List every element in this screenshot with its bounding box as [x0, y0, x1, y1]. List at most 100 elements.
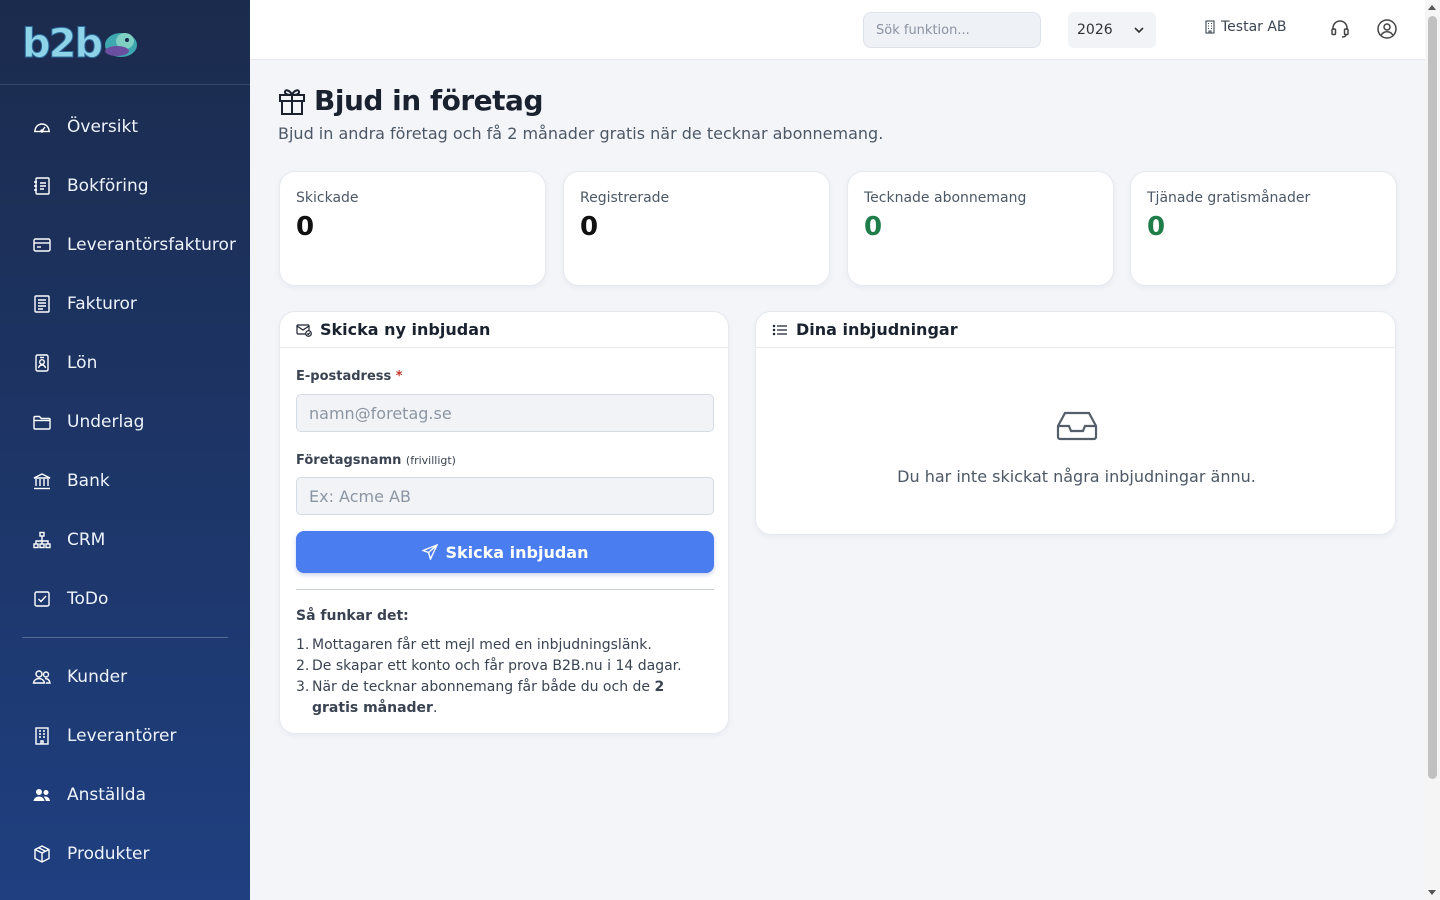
sidebar-item-label: Lön	[67, 352, 98, 373]
list-item: 3. När de tecknar abonnemang får både du …	[296, 679, 665, 716]
box-icon	[32, 844, 52, 864]
sidebar-item-label: Leverantörer	[67, 725, 177, 746]
invitations-card: Dina inbjudningar Du har inte skickat nå…	[755, 311, 1396, 535]
stat-label: Tecknade abonnemang	[864, 190, 1027, 206]
sidebar-item-label: Fakturor	[67, 293, 137, 314]
stat-label: Registrerade	[580, 190, 670, 206]
speedometer-icon	[32, 117, 52, 137]
sidebar-item-bank[interactable]: Bank	[0, 451, 250, 510]
scroll-down-arrow-icon[interactable]	[1428, 890, 1436, 895]
chameleon-logo-icon	[105, 33, 138, 57]
card-header: Skicka ny inbjudan	[280, 312, 728, 348]
search-input[interactable]	[863, 12, 1041, 48]
people-icon	[32, 667, 52, 687]
check-square-icon	[32, 589, 52, 609]
diagram-icon	[32, 530, 52, 550]
page-title: Bjud in företag	[278, 84, 543, 117]
topbar: 2026 Testar AB	[250, 0, 1425, 60]
credit-card-icon	[32, 235, 52, 255]
send-icon	[421, 544, 438, 560]
sidebar-item-anstallda[interactable]: Anställda	[0, 765, 250, 824]
sidebar-item-lon[interactable]: Lön	[0, 333, 250, 392]
stat-value: 0	[864, 212, 883, 242]
stat-card-tecknade-abonnemang: Tecknade abonnemang 0	[847, 171, 1114, 286]
folder-icon	[32, 412, 52, 432]
logo-text: b2b	[21, 24, 139, 65]
stat-value: 0	[296, 212, 315, 242]
bank-icon	[32, 471, 52, 491]
form-divider	[296, 589, 714, 590]
sidebar-nav-main: Översikt Bokföring Leverantörsfakturor F…	[0, 97, 250, 628]
list-item: 2. De skapar ett konto och får prova B2B.…	[296, 658, 682, 674]
building-icon	[1205, 20, 1215, 34]
stat-label: Skickade	[296, 190, 359, 206]
sidebar-item-leverantorer[interactable]: Leverantörer	[0, 706, 250, 765]
sidebar-item-fakturor[interactable]: Fakturor	[0, 274, 250, 333]
sidebar-nav-registers: Kunder Leverantörer Anställda Produkter	[0, 647, 250, 883]
scroll-thumb[interactable]	[1428, 16, 1437, 779]
sidebar-item-kunder[interactable]: Kunder	[0, 647, 250, 706]
stat-value: 0	[1147, 212, 1166, 242]
gift-icon	[279, 88, 305, 115]
sidebar: b2b Översikt Bokföring Leverantörsfaktur…	[0, 0, 250, 900]
sidebar-divider	[22, 637, 228, 638]
year-select[interactable]: 2026	[1068, 12, 1156, 48]
sidebar-item-bokforing[interactable]: Bokföring	[0, 156, 250, 215]
sidebar-item-label: Kunder	[67, 666, 128, 687]
sidebar-item-underlag[interactable]: Underlag	[0, 392, 250, 451]
send-invitation-button[interactable]: Skicka inbjudan	[296, 531, 714, 573]
stat-card-registrerade: Registrerade 0	[563, 171, 830, 286]
list-icon	[772, 324, 787, 335]
page-scrollbar[interactable]	[1425, 0, 1440, 900]
sidebar-item-label: Underlag	[67, 411, 145, 432]
sidebar-item-todo[interactable]: ToDo	[0, 569, 250, 628]
sidebar-item-label: Bank	[67, 470, 110, 491]
stat-label: Tjänade gratismånader	[1147, 190, 1311, 206]
sidebar-item-label: Leverantörsfakturor	[67, 234, 236, 255]
stat-value: 0	[580, 212, 599, 242]
send-button-label: Skicka inbjudan	[445, 542, 589, 562]
company-switcher[interactable]: Testar AB	[1203, 19, 1287, 35]
card-title: Skicka ny inbjudan	[320, 320, 491, 339]
logo[interactable]: b2b	[0, 0, 250, 85]
people-fill-icon	[32, 785, 52, 805]
journal-icon	[32, 176, 52, 196]
sidebar-item-oversikt[interactable]: Översikt	[0, 97, 250, 156]
headset-support-icon[interactable]	[1329, 18, 1351, 40]
year-value: 2026	[1077, 22, 1113, 38]
how-it-works-title: Så funkar det:	[296, 608, 409, 624]
sidebar-item-leverantorsfakturor[interactable]: Leverantörsfakturor	[0, 215, 250, 274]
sidebar-item-label: Översikt	[67, 116, 138, 137]
invite-form-card: Skicka ny inbjudan E-postadress * Företa…	[279, 311, 729, 734]
sidebar-item-produkter[interactable]: Produkter	[0, 824, 250, 883]
invoice-icon	[32, 294, 52, 314]
sidebar-item-label: ToDo	[67, 588, 109, 609]
page-title-text: Bjud in företag	[314, 84, 543, 117]
sidebar-item-label: Anställda	[67, 784, 146, 805]
chevron-down-icon	[1134, 27, 1144, 34]
company-name-field[interactable]	[296, 477, 714, 515]
person-badge-icon	[32, 353, 52, 373]
required-mark: *	[395, 369, 403, 384]
how-it-works-list: 1. Mottagaren får ett mejl med en inbjudn…	[296, 635, 714, 719]
sidebar-item-crm[interactable]: CRM	[0, 510, 250, 569]
building-icon	[32, 726, 52, 746]
card-header: Dina inbjudningar	[756, 312, 1395, 348]
sidebar-item-label: CRM	[67, 529, 106, 550]
user-profile-icon[interactable]	[1376, 18, 1398, 40]
empty-state-text: Du har inte skickat några inbjudningar ä…	[897, 467, 1256, 486]
list-item: 1. Mottagaren får ett mejl med en inbjudn…	[296, 637, 652, 653]
email-label: E-postadress *	[296, 369, 403, 384]
company-name-label: Företagsnamn (frivilligt)	[296, 453, 456, 468]
inbox-icon	[1056, 411, 1098, 441]
sidebar-item-label: Produkter	[67, 843, 150, 864]
sidebar-item-label: Bokföring	[67, 175, 149, 196]
email-field[interactable]	[296, 394, 714, 432]
card-title: Dina inbjudningar	[796, 320, 958, 339]
scroll-up-arrow-icon[interactable]	[1428, 5, 1436, 10]
stat-card-gratismanader: Tjänade gratismånader 0	[1130, 171, 1397, 286]
envelope-send-icon	[296, 323, 312, 337]
stat-card-skickade: Skickade 0	[279, 171, 546, 286]
company-name: Testar AB	[1221, 19, 1287, 35]
page-subtitle: Bjud in andra företag och få 2 månader g…	[278, 124, 884, 143]
